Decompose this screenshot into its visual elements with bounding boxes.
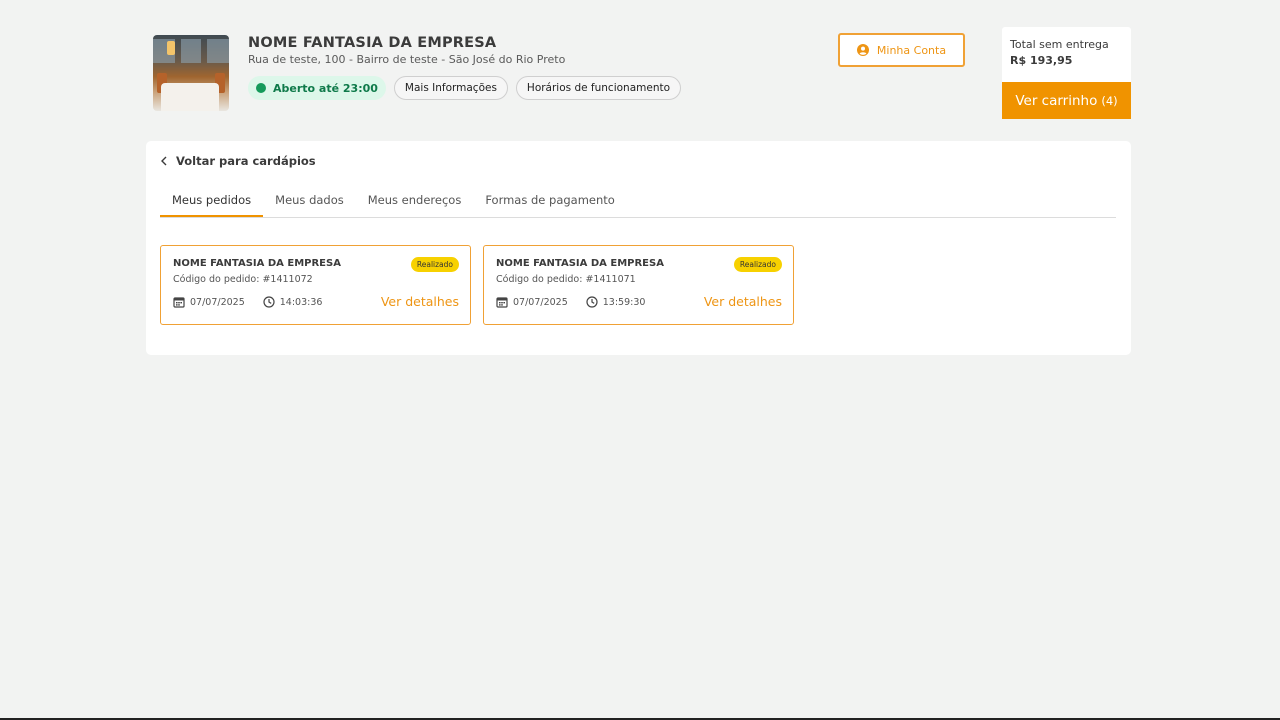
order-date: 07/07/2025: [513, 296, 568, 308]
order-time: 13:59:30: [602, 296, 646, 308]
calendar-icon: [173, 297, 185, 308]
company-name: NOME FANTASIA DA EMPRESA: [248, 35, 497, 51]
order-status-badge: Realizado: [733, 257, 782, 272]
clock-icon: [586, 296, 598, 308]
tab-my-orders[interactable]: Meus pedidos: [160, 186, 264, 217]
store-logo-image: [153, 35, 229, 111]
cart-summary: Total sem entrega R$ 193,95 Ver carrinho…: [1002, 27, 1131, 119]
order-code: Código do pedido: #1411071: [496, 274, 636, 285]
chevron-left-icon: [161, 156, 167, 166]
order-card: NOME FANTASIA DA EMPRESA Realizado Códig…: [160, 245, 471, 325]
order-meta: 07/07/2025 13:59:30: [496, 296, 645, 308]
order-status-badge: Realizado: [410, 257, 459, 272]
order-meta: 07/07/2025 14:03:36: [173, 296, 322, 308]
order-card: NOME FANTASIA DA EMPRESA Realizado Códig…: [483, 245, 794, 325]
order-company-name: NOME FANTASIA DA EMPRESA: [173, 258, 341, 269]
my-account-label: Minha Conta: [876, 43, 947, 57]
back-label: Voltar para cardápios: [176, 154, 316, 168]
store-info-pills: Aberto até 23:00 Mais Informações Horári…: [248, 76, 682, 100]
tab-my-data[interactable]: Meus dados: [263, 186, 356, 217]
open-status-label: Aberto até 23:00: [273, 81, 378, 95]
cart-item-count: (4): [1101, 93, 1118, 108]
back-to-menus-link[interactable]: Voltar para cardápios: [160, 154, 316, 168]
open-status-badge: Aberto até 23:00: [248, 76, 386, 100]
my-account-button[interactable]: Minha Conta: [838, 33, 965, 67]
cart-total-label: Total sem entrega: [1010, 38, 1109, 51]
tab-my-addresses[interactable]: Meus endereços: [356, 186, 474, 217]
more-info-button[interactable]: Mais Informações: [393, 76, 508, 100]
account-tabs: Meus pedidos Meus dados Meus endereços F…: [160, 186, 1116, 218]
account-panel: Voltar para cardápios Meus pedidos Meus …: [146, 141, 1131, 355]
store-header: NOME FANTASIA DA EMPRESA Rua de teste, 1…: [153, 27, 1131, 119]
order-code: Código do pedido: #1411072: [173, 274, 313, 285]
cart-total-value: R$ 193,95: [1010, 54, 1073, 67]
calendar-icon: [496, 297, 508, 308]
order-time: 14:03:36: [279, 296, 323, 308]
view-details-link[interactable]: Ver detalhes: [704, 294, 782, 309]
tab-payment-methods[interactable]: Formas de pagamento: [473, 186, 627, 217]
view-cart-label: Ver carrinho: [1015, 92, 1098, 109]
view-cart-button[interactable]: Ver carrinho (4): [1002, 82, 1131, 119]
user-circle-icon: [856, 44, 869, 56]
clock-icon: [263, 296, 275, 308]
company-address: Rua de teste, 100 - Bairro de teste - Sã…: [248, 53, 566, 66]
order-company-name: NOME FANTASIA DA EMPRESA: [496, 258, 664, 269]
opening-hours-button[interactable]: Horários de funcionamento: [515, 76, 682, 100]
order-date: 07/07/2025: [190, 296, 245, 308]
status-dot-icon: [256, 83, 266, 93]
orders-list: NOME FANTASIA DA EMPRESA Realizado Códig…: [160, 245, 794, 325]
cart-total-panel: Total sem entrega R$ 193,95: [1002, 27, 1131, 82]
view-details-link[interactable]: Ver detalhes: [381, 294, 459, 309]
